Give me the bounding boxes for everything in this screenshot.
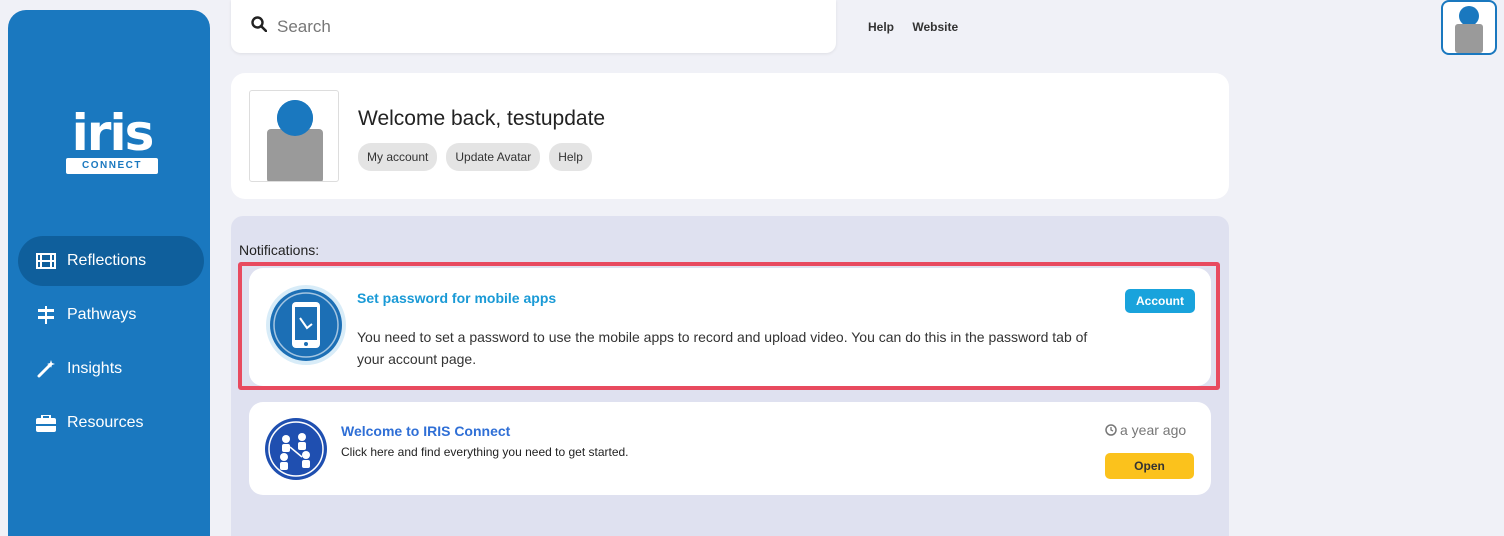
- avatar-icon: [267, 100, 323, 181]
- account-button[interactable]: Account: [1125, 289, 1195, 313]
- help-button[interactable]: Help: [549, 143, 592, 171]
- sidebar-item-label: Insights: [67, 360, 123, 377]
- magic-wand-icon: [35, 360, 57, 378]
- clock-icon: [1105, 424, 1117, 436]
- account-actions: My account Update Avatar Help: [358, 143, 601, 171]
- notification-title[interactable]: Set password for mobile apps: [357, 290, 556, 306]
- mobile-phone-icon: [265, 284, 347, 371]
- user-avatar-button[interactable]: [1441, 0, 1497, 55]
- help-link[interactable]: Help: [868, 20, 894, 34]
- search-input[interactable]: [277, 16, 777, 37]
- welcome-card: Welcome back, testupdate My account Upda…: [231, 73, 1229, 199]
- avatar-icon: [1455, 6, 1483, 53]
- sidebar: iris CONNECT Reflections Pathways Insigh…: [8, 10, 210, 536]
- sidebar-item-resources[interactable]: Resources: [18, 398, 204, 448]
- film-icon: [35, 252, 57, 270]
- logo-text: iris: [71, 104, 155, 162]
- sidebar-item-insights[interactable]: Insights: [18, 344, 204, 394]
- notifications-panel: Notifications: Set password for mobile a…: [231, 216, 1229, 536]
- notification-card[interactable]: Set password for mobile apps You need to…: [249, 268, 1211, 386]
- sidebar-item-pathways[interactable]: Pathways: [18, 290, 204, 340]
- sidebar-item-label: Pathways: [67, 306, 137, 323]
- notifications-heading: Notifications:: [239, 242, 320, 258]
- avatar: [249, 90, 339, 182]
- iris-connect-logo[interactable]: iris CONNECT: [62, 104, 162, 180]
- sidebar-nav: Reflections Pathways Insights Resources: [18, 236, 204, 452]
- sidebar-item-label: Reflections: [67, 252, 147, 269]
- search-bar: [231, 0, 836, 53]
- notification-body: Click here and find everything you need …: [341, 445, 629, 459]
- notification-card[interactable]: Welcome to IRIS Connect Click here and f…: [249, 402, 1211, 495]
- sidebar-item-reflections[interactable]: Reflections: [18, 236, 204, 286]
- signpost-icon: [35, 306, 57, 324]
- timestamp-text: a year ago: [1120, 422, 1187, 438]
- website-link[interactable]: Website: [912, 20, 958, 34]
- briefcase-icon: [35, 414, 57, 432]
- top-links: Help Website: [868, 20, 973, 34]
- sidebar-item-label: Resources: [67, 414, 144, 431]
- notification-timestamp: a year ago: [1105, 422, 1186, 438]
- welcome-title: Welcome back, testupdate: [358, 107, 606, 130]
- update-avatar-button[interactable]: Update Avatar: [446, 143, 541, 171]
- notification-title[interactable]: Welcome to IRIS Connect: [341, 423, 510, 439]
- my-account-button[interactable]: My account: [358, 143, 438, 171]
- notification-body: You need to set a password to use the mo…: [357, 329, 1088, 367]
- open-button[interactable]: Open: [1105, 453, 1194, 479]
- search-icon[interactable]: [251, 16, 277, 37]
- people-network-icon: [264, 417, 328, 486]
